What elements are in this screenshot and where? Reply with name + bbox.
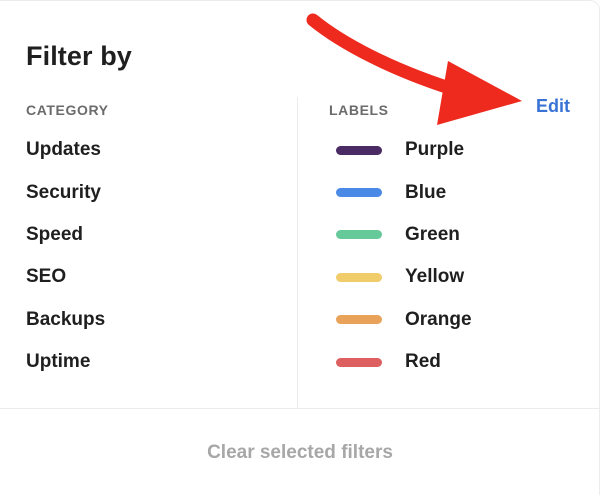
column-divider [297, 97, 298, 409]
label-swatch [336, 145, 382, 155]
label-item-yellow[interactable]: Yellow [336, 256, 472, 298]
label-item-name: Green [405, 223, 460, 245]
label-item-blue[interactable]: Blue [336, 171, 472, 213]
label-item-orange[interactable]: Orange [336, 299, 472, 341]
label-item-name: Purple [405, 139, 465, 161]
label-item-purple[interactable]: Purple [336, 129, 472, 171]
label-item-green[interactable]: Green [336, 214, 472, 256]
labels-header: LABELS [329, 102, 389, 118]
category-item-label: Speed [26, 223, 84, 245]
category-item-label: Backups [26, 308, 106, 330]
filter-panel: Filter by CATEGORY LABELS Edit Updates S… [0, 0, 600, 495]
category-item-label: Uptime [26, 351, 91, 373]
category-item-label: Updates [26, 139, 101, 161]
label-swatch [336, 188, 382, 198]
edit-labels-link[interactable]: Edit [536, 96, 570, 117]
category-item-updates[interactable]: Updates [26, 129, 105, 171]
category-item-seo[interactable]: SEO [26, 256, 105, 298]
clear-filters-button[interactable]: Clear selected filters [0, 409, 600, 496]
category-item-security[interactable]: Security [26, 171, 105, 213]
category-item-speed[interactable]: Speed [26, 214, 105, 256]
label-item-name: Red [405, 351, 441, 373]
panel-title: Filter by [26, 41, 132, 71]
label-item-name: Orange [405, 308, 472, 330]
category-item-label: Security [26, 181, 101, 203]
label-swatch [336, 272, 382, 282]
label-item-name: Yellow [405, 266, 465, 288]
label-swatch [336, 315, 382, 325]
category-item-label: SEO [26, 266, 67, 288]
category-item-uptime[interactable]: Uptime [26, 341, 105, 383]
category-header: CATEGORY [26, 102, 109, 118]
label-item-name: Blue [405, 181, 447, 203]
labels-list: Purple Blue Green Yellow Orange Red [336, 129, 472, 383]
category-list: Updates Security Speed SEO Backups Uptim… [26, 129, 105, 383]
category-item-backups[interactable]: Backups [26, 299, 105, 341]
label-swatch [336, 357, 382, 367]
label-swatch [336, 230, 382, 240]
label-item-red[interactable]: Red [336, 341, 472, 383]
